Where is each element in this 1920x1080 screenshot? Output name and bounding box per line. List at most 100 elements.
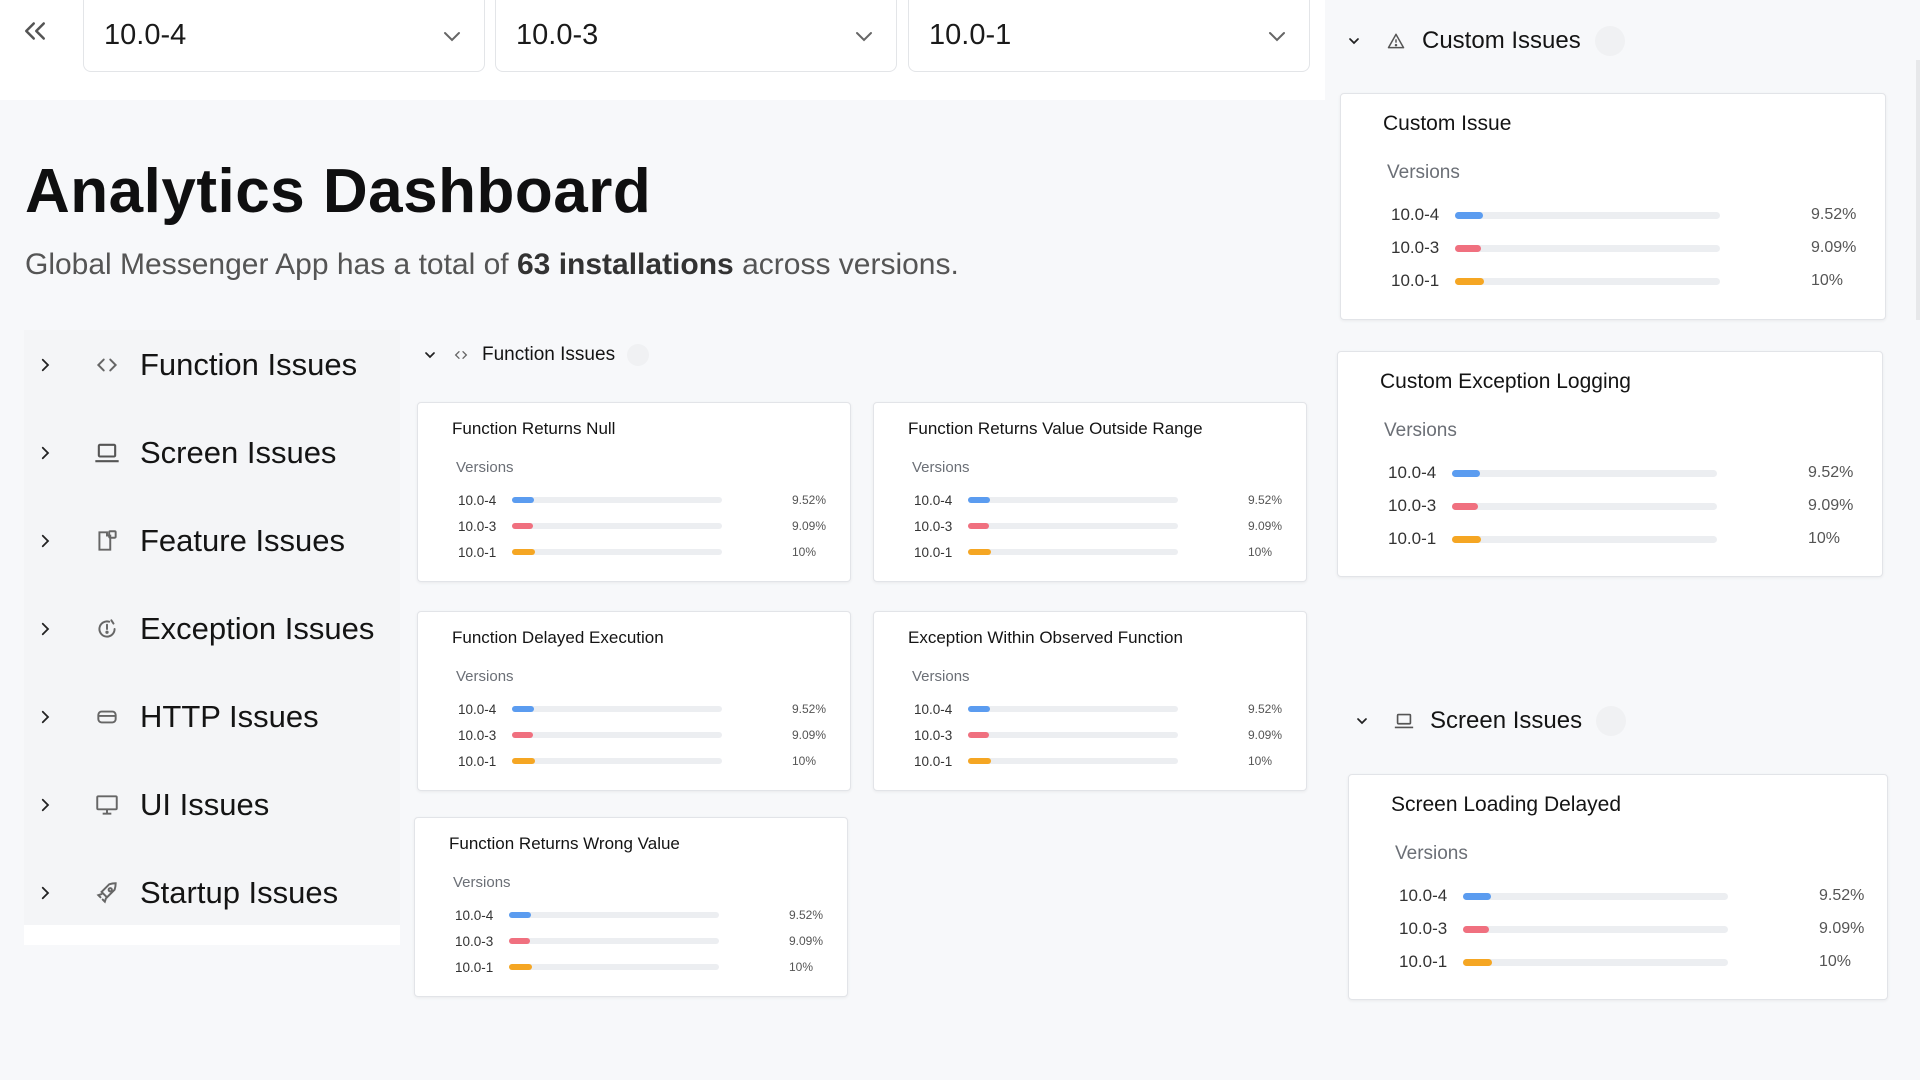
issue-card-title: Custom Exception Logging <box>1380 370 1631 393</box>
version-share-bar <box>1455 212 1720 219</box>
version-row: 10.0-3 9.09% <box>914 726 1282 744</box>
http-icon <box>92 702 122 732</box>
issue-card-title: Exception Within Observed Function <box>908 628 1183 647</box>
custom-issues-group-header[interactable]: Custom Issues <box>1346 26 1625 56</box>
version-share-bar <box>512 549 722 555</box>
group-title: Custom Issues <box>1422 27 1581 54</box>
sidebar-item-label: UI Issues <box>140 787 270 822</box>
chevron-right-icon <box>41 358 50 372</box>
laptop-icon <box>92 438 122 468</box>
issue-card[interactable]: Custom Exception Logging Versions 10.0-4 9.… <box>1337 351 1883 577</box>
count-badge <box>1596 706 1627 736</box>
chevron-down-icon <box>1269 31 1285 41</box>
sidebar-item-feature-issues[interactable]: Feature Issues <box>24 506 400 576</box>
version-share-fill <box>1452 536 1481 543</box>
version-share-fill <box>512 497 534 503</box>
version-label: 10.0-1 <box>914 544 953 560</box>
screen-issues-group-header[interactable]: Screen Issues <box>1354 706 1627 736</box>
monitor-icon <box>92 790 122 820</box>
version-share-bar <box>1463 959 1728 966</box>
versions-label: Versions <box>912 668 970 685</box>
version-row: 10.0-1 10% <box>1388 528 1858 550</box>
version-share-fill <box>512 732 533 738</box>
sidebar-item-screen-issues[interactable]: Screen Issues <box>24 418 400 488</box>
version-share-bar <box>1455 278 1720 285</box>
version-label: 10.0-4 <box>914 701 953 717</box>
issue-card-title: Screen Loading Delayed <box>1391 793 1621 816</box>
version-select-1[interactable]: 10.0-4 <box>83 0 485 72</box>
issue-card[interactable]: Function Returns Value Outside Range Vers… <box>873 402 1307 582</box>
version-row: 10.0-4 9.52% <box>1399 885 1869 907</box>
sidebar-item-ui-issues[interactable]: UI Issues <box>24 770 400 840</box>
warning-icon <box>1384 29 1408 53</box>
issue-card[interactable]: Function Returns Null Versions 10.0-4 9.52%… <box>417 402 851 582</box>
version-percentage: 10% <box>792 545 817 559</box>
version-share-bar <box>968 523 1178 529</box>
issue-card[interactable]: Function Returns Wrong Value Versions 10.0… <box>414 817 848 997</box>
version-percentage: 9.09% <box>1248 728 1283 742</box>
version-share-fill <box>512 706 534 712</box>
version-share-fill <box>512 758 535 764</box>
version-row: 10.0-3 9.09% <box>1399 918 1869 940</box>
chevron-right-icon <box>41 622 50 636</box>
version-share-fill <box>968 497 990 503</box>
version-share-fill <box>1463 893 1491 900</box>
versions-label: Versions <box>1384 420 1457 441</box>
version-share-bar <box>1452 470 1717 477</box>
issue-card-title: Function Delayed Execution <box>452 628 664 647</box>
version-share-fill <box>968 549 991 555</box>
version-percentage: 9.09% <box>1248 519 1283 533</box>
sidebar-item-http-issues[interactable]: HTTP Issues <box>24 682 400 752</box>
sidebar-item-startup-issues[interactable]: Startup Issues <box>24 858 400 928</box>
issue-card[interactable]: Function Delayed Execution Versions 10.0-4… <box>417 611 851 791</box>
version-label: 10.0-1 <box>1388 529 1437 548</box>
version-label: 10.0-1 <box>458 753 497 769</box>
version-percentage: 9.52% <box>1248 493 1283 507</box>
chevron-down-icon <box>1349 38 1359 45</box>
version-label: 10.0-1 <box>455 959 494 975</box>
version-percentage: 9.09% <box>1819 920 1865 937</box>
collapse-sidebar-button[interactable] <box>18 14 52 48</box>
issue-card[interactable]: Custom Issue Versions 10.0-4 9.52% 10.0-3 9.0… <box>1340 93 1886 320</box>
function-issues-group-header[interactable]: Function Issues <box>422 344 650 366</box>
version-label: 10.0-3 <box>1388 496 1437 515</box>
issue-card[interactable]: Screen Loading Delayed Versions 10.0-4 9.52… <box>1348 774 1888 1000</box>
sidebar-item-label: Screen Issues <box>140 435 337 470</box>
version-share-fill <box>1463 959 1492 966</box>
version-share-bar <box>512 497 722 503</box>
version-percentage: 9.09% <box>792 728 827 742</box>
version-label: 10.0-4 <box>458 701 497 717</box>
chevron-right-icon <box>41 798 50 812</box>
issue-card[interactable]: Exception Within Observed Function Versio… <box>873 611 1307 791</box>
version-row: 10.0-4 9.52% <box>1388 462 1858 484</box>
version-select-2[interactable]: 10.0-3 <box>495 0 897 72</box>
version-share-fill <box>1463 926 1489 933</box>
sidebar-item-exception-issues[interactable]: Exception Issues <box>24 594 400 664</box>
version-row: 10.0-4 9.52% <box>455 906 823 924</box>
code-icon <box>452 346 470 364</box>
version-share-bar <box>509 938 719 944</box>
version-label: 10.0-4 <box>1388 463 1437 482</box>
version-label: 10.0-4 <box>455 907 494 923</box>
version-percentage: 9.52% <box>792 493 827 507</box>
version-share-fill <box>1452 503 1478 510</box>
version-row: 10.0-1 10% <box>914 543 1274 561</box>
version-label: 10.0-4 <box>914 492 953 508</box>
version-label: 10.0-1 <box>1391 271 1440 290</box>
subtitle-prefix: Global Messenger App has a total of <box>25 248 509 281</box>
version-row: 10.0-4 9.52% <box>1391 204 1861 226</box>
version-row: 10.0-3 9.09% <box>458 726 826 744</box>
feature-icon <box>92 526 122 556</box>
double-chevron-left-icon <box>25 22 45 40</box>
version-share-fill <box>968 732 989 738</box>
sidebar-item-function-issues[interactable]: Function Issues <box>24 330 400 400</box>
version-label: 10.0-1 <box>1399 952 1448 971</box>
version-select-3[interactable]: 10.0-1 <box>908 0 1310 72</box>
versions-label: Versions <box>453 874 511 891</box>
sidebar-item-label: Feature Issues <box>140 523 346 558</box>
count-badge <box>1594 26 1625 56</box>
group-title: Screen Issues <box>1430 707 1583 734</box>
version-share-bar <box>1463 926 1728 933</box>
version-percentage: 9.52% <box>1808 464 1854 481</box>
version-share-bar <box>968 549 1178 555</box>
